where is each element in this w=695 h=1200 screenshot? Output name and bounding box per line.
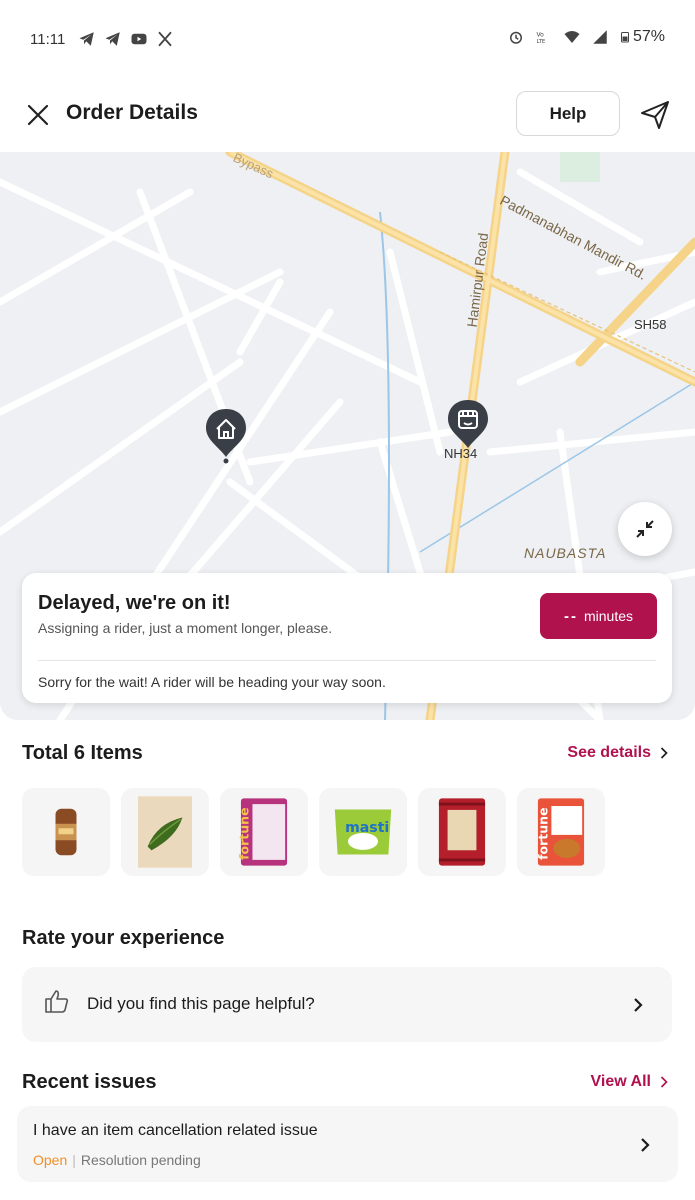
helpful-feedback-card[interactable]: Did you find this page helpful? bbox=[22, 967, 672, 1042]
rate-title: Rate your experience bbox=[22, 927, 225, 949]
store-pin-icon[interactable] bbox=[447, 398, 489, 456]
telegram-icon bbox=[105, 32, 120, 46]
telegram-icon bbox=[79, 32, 94, 46]
battery-indicator: 57% bbox=[619, 28, 665, 46]
signal-icon bbox=[593, 30, 607, 44]
bread-product-image bbox=[55, 808, 77, 856]
masti-product-image: masti bbox=[334, 809, 392, 855]
issues-title: Recent issues bbox=[22, 1071, 157, 1093]
youtube-icon bbox=[131, 33, 147, 45]
status-bar: 11:11 Vo LTE 57% bbox=[0, 0, 695, 80]
fortune-label: fortune bbox=[239, 807, 252, 859]
item-thumbnail[interactable] bbox=[418, 788, 506, 876]
send-icon[interactable] bbox=[638, 98, 672, 132]
delay-status-card: Delayed, we're on it! Assigning a rider,… bbox=[22, 573, 672, 703]
issue-status: Open | Resolution pending bbox=[33, 1152, 201, 1168]
wifi-icon bbox=[564, 31, 580, 43]
help-button[interactable]: Help bbox=[516, 91, 620, 136]
item-thumbnail[interactable] bbox=[22, 788, 110, 876]
map-label-naubasta: NAUBASTA bbox=[524, 545, 607, 561]
close-icon[interactable] bbox=[24, 101, 52, 129]
collapse-icon bbox=[636, 520, 654, 538]
item-thumbnail[interactable]: fortune bbox=[517, 788, 605, 876]
thumbs-up-icon bbox=[45, 990, 69, 1013]
item-thumbnail[interactable] bbox=[121, 788, 209, 876]
collapse-map-button[interactable] bbox=[618, 502, 672, 556]
see-details-label: See details bbox=[567, 744, 651, 761]
issue-resolution: Resolution pending bbox=[80, 1152, 201, 1168]
header: Order Details Help bbox=[0, 80, 695, 150]
home-pin-icon[interactable] bbox=[205, 407, 247, 465]
status-app-icons bbox=[78, 30, 174, 48]
battery-level: 57% bbox=[632, 28, 665, 45]
chevron-right-icon bbox=[660, 1076, 668, 1088]
delay-note: Sorry for the wait! A rider will be head… bbox=[38, 674, 386, 690]
svg-text:LTE: LTE bbox=[536, 39, 545, 45]
helpful-question: Did you find this page helpful? bbox=[87, 994, 315, 1013]
volte-icon: VoLTE bbox=[536, 31, 545, 45]
masti-label: masti bbox=[345, 820, 389, 836]
issue-title: I have an item cancellation related issu… bbox=[33, 1122, 318, 1139]
issue-item[interactable]: I have an item cancellation related issu… bbox=[17, 1106, 678, 1182]
item-thumbnail[interactable]: masti bbox=[319, 788, 407, 876]
red-pack-product-image bbox=[438, 798, 486, 866]
items-title: Total 6 Items bbox=[22, 742, 143, 764]
eta-unit: minutes bbox=[583, 608, 634, 624]
alarm-icon bbox=[509, 31, 522, 44]
delay-subtitle: Assigning a rider, just a moment longer,… bbox=[38, 620, 333, 636]
map-label-sh58: SH58 bbox=[634, 317, 667, 332]
chevron-right-icon bbox=[660, 747, 668, 759]
eta-value: -- bbox=[563, 607, 578, 625]
page-title: Order Details bbox=[66, 101, 198, 124]
status-time: 11:11 bbox=[30, 31, 66, 48]
fortune-label: fortune bbox=[536, 807, 551, 859]
view-all-label: View All bbox=[590, 1073, 651, 1090]
x-icon bbox=[158, 31, 172, 47]
status-right-icons: Vo LTE 57% bbox=[507, 28, 665, 46]
battery-icon bbox=[620, 32, 629, 43]
items-thumbnails: fortune masti fortune bbox=[22, 788, 605, 876]
status-separator: | bbox=[72, 1152, 76, 1168]
eta-badge: -- minutes bbox=[540, 593, 657, 639]
item-thumbnail[interactable]: fortune bbox=[220, 788, 308, 876]
delay-title: Delayed, we're on it! bbox=[38, 592, 231, 614]
fortune-rice-product-image: fortune bbox=[239, 798, 288, 866]
svg-text:Vo: Vo bbox=[536, 31, 544, 38]
leafy-greens-product-image bbox=[138, 796, 192, 868]
view-all-link[interactable]: View All bbox=[591, 1073, 669, 1091]
chevron-right-icon bbox=[641, 1138, 650, 1152]
chevron-right-icon bbox=[634, 998, 643, 1012]
fortune-soya-product-image: fortune bbox=[536, 798, 585, 866]
divider bbox=[38, 660, 656, 661]
see-details-link[interactable]: See details bbox=[567, 744, 669, 762]
issue-state: Open bbox=[33, 1152, 68, 1168]
